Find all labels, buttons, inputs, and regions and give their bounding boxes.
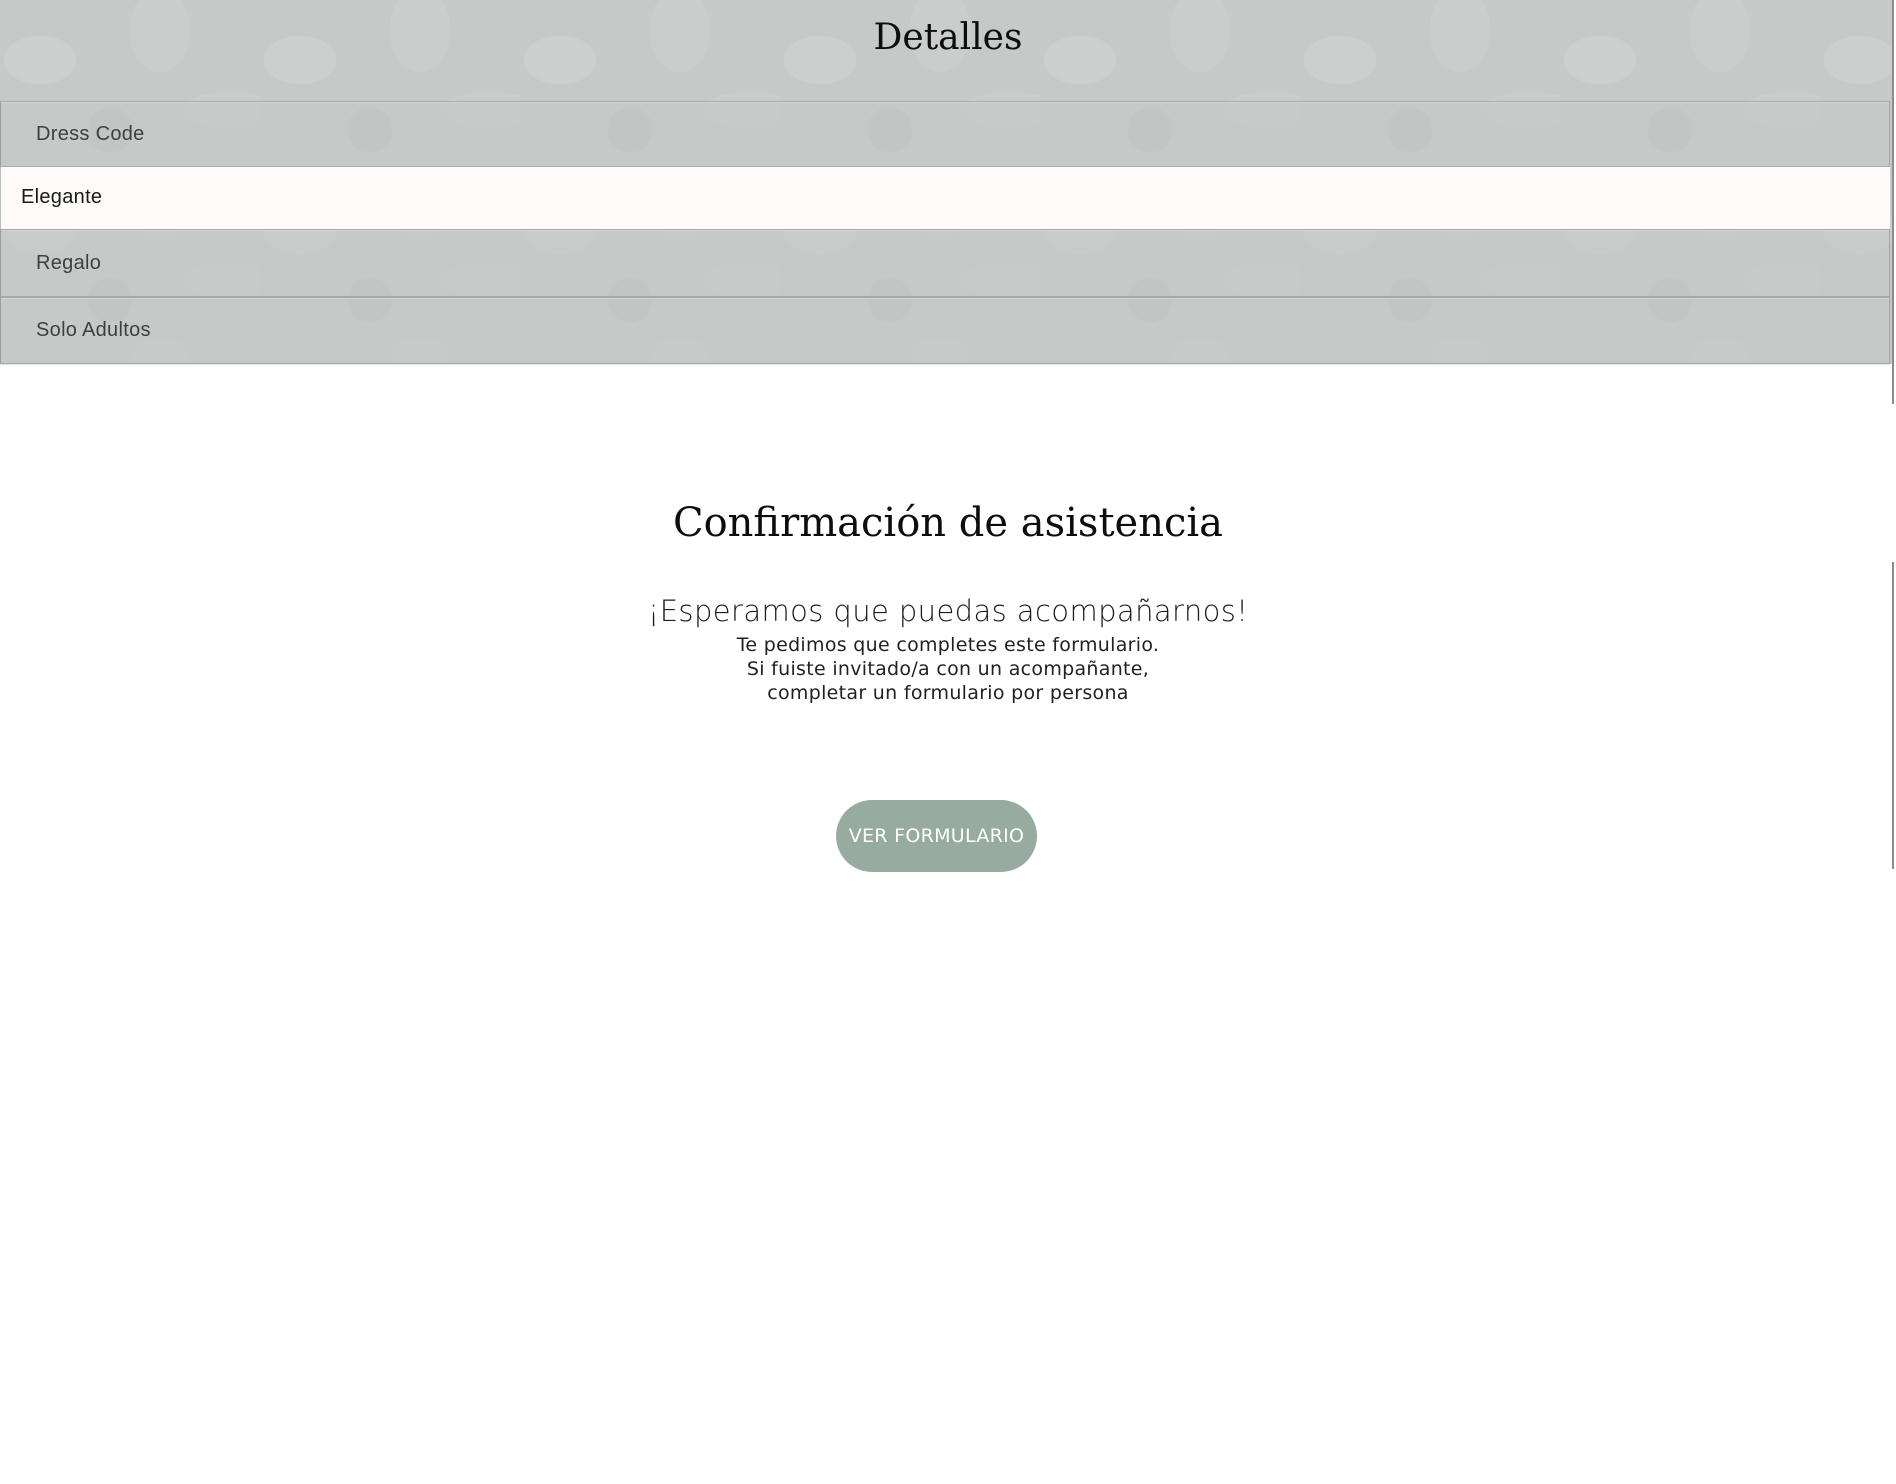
page: Detalles Dress Code Elegante Regalo Solo…: [0, 0, 1896, 1484]
scrollbar-thumb[interactable]: [1892, 562, 1894, 869]
rsvp-subtitle: ¡Esperamos que puedas acompañarnos!: [647, 594, 1249, 628]
accordion-item-regalo[interactable]: Regalo: [0, 229, 1890, 297]
accordion-panel-dress-code: Elegante: [0, 167, 1890, 229]
rsvp-instruction-line: Si fuiste invitado/a con un acompañante,: [746, 658, 1150, 680]
rsvp-instruction-line: Te pedimos que completes este formulario…: [736, 634, 1160, 656]
accordion-label: Regalo: [36, 252, 102, 274]
ver-formulario-button[interactable]: VER FORMULARIO: [836, 800, 1037, 872]
scrollbar-segment: [1892, 0, 1894, 404]
accordion-panel-text: Elegante: [21, 186, 103, 208]
details-section: Detalles Dress Code Elegante Regalo Solo…: [0, 0, 1892, 364]
details-title: Detalles: [873, 17, 1023, 58]
rsvp-title: Confirmación de asistencia: [672, 500, 1224, 546]
accordion-label: Solo Adultos: [36, 319, 151, 341]
accordion-item-dress-code[interactable]: Dress Code: [0, 101, 1890, 167]
accordion-item-solo-adultos[interactable]: Solo Adultos: [0, 297, 1890, 364]
accordion-label: Dress Code: [36, 123, 145, 145]
rsvp-instruction-line: completar un formulario por persona: [767, 682, 1129, 704]
